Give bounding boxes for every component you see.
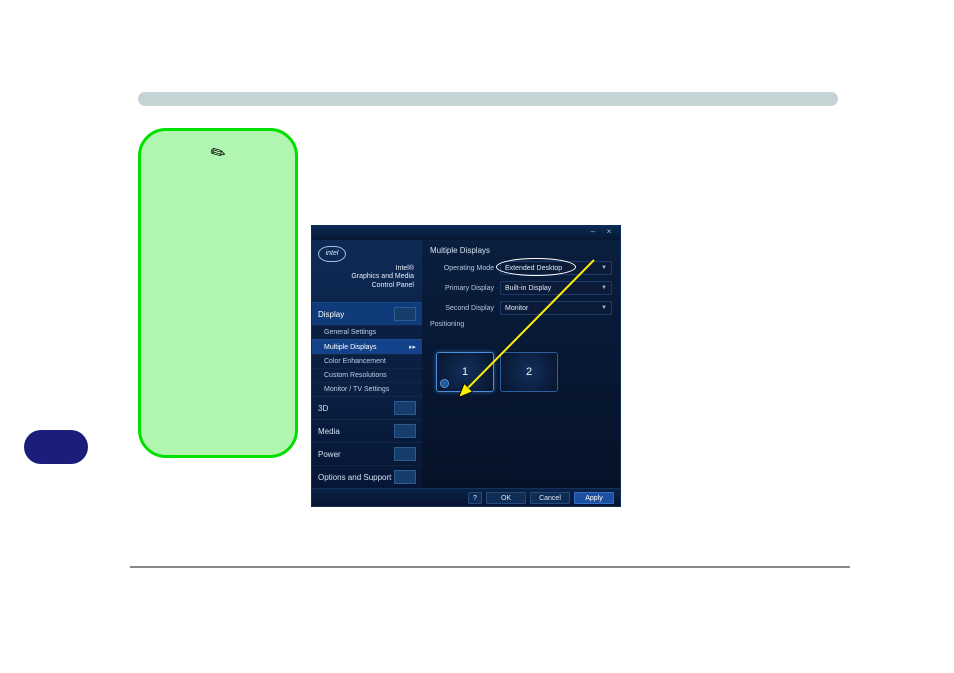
nav-label: Options and Support: [318, 473, 391, 482]
pencil-icon: ✎: [207, 141, 231, 167]
brand-line: Control Panel: [318, 282, 414, 290]
dropdown-value: Extended Desktop: [505, 265, 562, 272]
brand-block: intel Intel® Graphics and Media Control …: [312, 240, 422, 298]
nav-label: 3D: [318, 404, 328, 413]
second-display-dropdown[interactable]: Monitor ▼: [500, 301, 612, 315]
button-bar: ? OK Cancel Apply: [312, 488, 620, 506]
subnav-label: Color Enhancement: [324, 358, 386, 365]
subnav-label: Custom Resolutions: [324, 372, 387, 379]
subnav-general-settings[interactable]: General Settings: [312, 325, 422, 339]
power-icon: [394, 447, 416, 461]
nav-label: Power: [318, 450, 341, 459]
second-display-label: Second Display: [430, 305, 500, 312]
cube-icon: [394, 401, 416, 415]
gear-icon: [394, 470, 416, 484]
display-box-2[interactable]: 2: [500, 352, 558, 392]
note-callout: ✎: [138, 128, 298, 458]
ok-button[interactable]: OK: [486, 492, 526, 504]
page-badge: [24, 430, 88, 464]
subnav-label: Monitor / TV Settings: [324, 386, 389, 393]
subnav-label: Multiple Displays: [324, 344, 377, 351]
chevron-down-icon: ▼: [601, 265, 607, 271]
display-number: 1: [462, 366, 468, 378]
sidebar: intel Intel® Graphics and Media Control …: [312, 240, 422, 488]
nav-media[interactable]: Media: [312, 419, 422, 442]
primary-display-dropdown[interactable]: Built-in Display ▼: [500, 281, 612, 295]
chevron-down-icon: ▼: [601, 305, 607, 311]
help-button[interactable]: ?: [468, 492, 482, 504]
brand-line: Graphics and Media: [318, 273, 414, 281]
display-arrangement[interactable]: 1 2: [436, 352, 612, 392]
brand-line: Intel®: [318, 265, 414, 273]
positioning-label: Positioning: [430, 321, 612, 328]
dropdown-value: Monitor: [505, 305, 528, 312]
apply-button[interactable]: Apply: [574, 492, 614, 504]
subnav-multiple-displays[interactable]: Multiple Displays ▸▸: [312, 339, 422, 354]
operating-mode-label: Operating Mode: [430, 265, 500, 272]
section-title: Multiple Displays: [430, 246, 612, 255]
footer-divider: [130, 566, 850, 568]
primary-display-label: Primary Display: [430, 285, 500, 292]
nav-label: Media: [318, 427, 340, 436]
windows-flag-icon: [440, 379, 449, 388]
cancel-button[interactable]: Cancel: [530, 492, 570, 504]
subnav-custom-resolutions[interactable]: Custom Resolutions: [312, 368, 422, 382]
subnav-label: General Settings: [324, 329, 376, 336]
nav-options-support[interactable]: Options and Support: [312, 465, 422, 488]
operating-mode-dropdown[interactable]: Extended Desktop ▼: [500, 261, 612, 275]
nav-label: Display: [318, 310, 344, 319]
minimize-button[interactable]: –: [588, 228, 598, 236]
nav-3d[interactable]: 3D: [312, 396, 422, 419]
chevron-right-icon: ▸▸: [409, 343, 416, 351]
subnav-color-enhancement[interactable]: Color Enhancement: [312, 354, 422, 368]
subnav-monitor-tv-settings[interactable]: Monitor / TV Settings: [312, 382, 422, 396]
header-bar: [138, 92, 838, 106]
nav-power[interactable]: Power: [312, 442, 422, 465]
close-button[interactable]: ×: [604, 228, 614, 236]
dropdown-value: Built-in Display: [505, 285, 551, 292]
chevron-down-icon: ▼: [601, 285, 607, 291]
display-box-1[interactable]: 1: [436, 352, 494, 392]
camera-icon: [394, 424, 416, 438]
monitor-icon: [394, 307, 416, 321]
intel-control-panel: – × intel Intel® Graphics and Media Cont…: [311, 225, 621, 507]
main-content: Multiple Displays Operating Mode Extende…: [422, 240, 620, 488]
nav-display[interactable]: Display: [312, 302, 422, 325]
display-number: 2: [526, 366, 532, 378]
intel-logo: intel: [318, 246, 346, 262]
window-titlebar: – ×: [312, 226, 620, 240]
